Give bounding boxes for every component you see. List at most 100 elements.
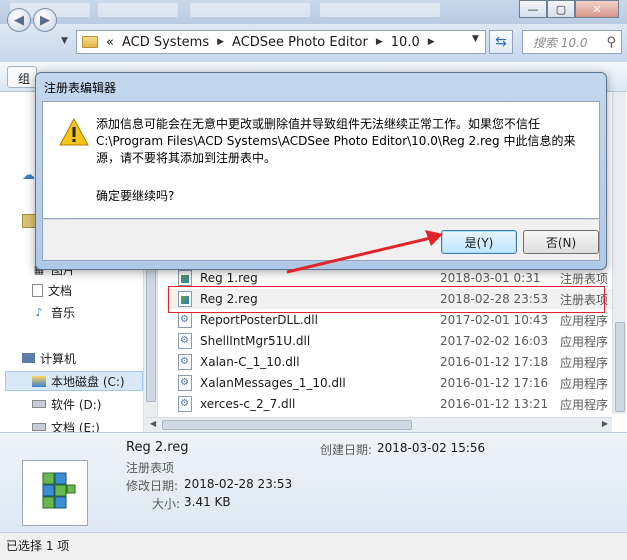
no-button[interactable]: 否(N) (523, 230, 599, 254)
nav-label: 本地磁盘 (C:) (51, 374, 125, 389)
folder-icon (82, 36, 98, 48)
detail-modified-label: 修改日期: (126, 479, 179, 493)
libraries-icon[interactable] (22, 214, 36, 228)
file-date: 2017-02-01 10:43 (440, 313, 549, 327)
file-date: 2016-01-12 17:18 (440, 355, 549, 369)
dialog-title: 注册表编辑器 (44, 81, 117, 95)
registry-file-icon (178, 270, 192, 286)
blurred-tab (190, 3, 310, 17)
close-icon[interactable]: ✕ (575, 0, 619, 18)
address-bar[interactable]: « ACD Systems ▶ ACDSee Photo Editor ▶ 10… (76, 30, 486, 54)
dialog-confirm-question: 确定要继续吗? (96, 189, 175, 203)
file-row[interactable]: XalanMessages_1_10.dll 2016-01-12 17:16 … (166, 373, 614, 393)
file-type: 注册表项 (560, 271, 609, 286)
window-title-bar: — ▢ ✕ (0, 0, 627, 24)
drive-icon (32, 375, 46, 387)
recent-pages-icon[interactable]: ▼ (61, 36, 68, 46)
file-list-horizontal-scrollbar[interactable]: ◀ ▶ (146, 417, 612, 432)
nav-label: 软件 (D:) (51, 397, 102, 412)
file-name: ShellIntMgr51U.dll (200, 334, 311, 348)
scrollbar-thumb[interactable] (162, 420, 412, 430)
chevron-right-icon[interactable]: ▶ (428, 37, 435, 47)
search-input[interactable]: 搜索 10.0 ⚲ (522, 30, 622, 54)
file-type: 应用程序 (560, 313, 609, 328)
warning-icon (59, 118, 89, 146)
file-date: 2018-03-01 0:31 (440, 271, 541, 285)
status-bar: 已选择 1 项 (0, 532, 627, 560)
file-type: 应用程序 (560, 376, 609, 391)
dll-file-icon (178, 354, 192, 370)
detail-filetype: 注册表项 (126, 461, 175, 475)
details-pane (0, 432, 627, 532)
document-icon (32, 283, 43, 297)
file-date: 2017-02-02 16:03 (440, 334, 549, 348)
music-icon: ♪ (35, 305, 43, 319)
drive-icon (32, 423, 46, 431)
status-text: 已选择 1 项 (6, 539, 70, 553)
blurred-tab (98, 3, 178, 17)
registry-file-icon (22, 460, 88, 526)
search-icon[interactable]: ⚲ (606, 35, 616, 50)
file-type: 应用程序 (560, 334, 609, 349)
nav-item-software-drive[interactable]: 软件 (D:) (32, 394, 101, 414)
scroll-right-icon[interactable]: ▶ (602, 419, 608, 428)
chevron-right-icon[interactable]: ▶ (376, 37, 383, 47)
file-list-vertical-scrollbar[interactable] (612, 92, 626, 414)
address-dropdown-icon[interactable]: ▼ (472, 34, 479, 44)
breadcrumb-prefix[interactable]: « (106, 35, 114, 50)
file-type: 应用程序 (560, 397, 609, 412)
file-type: 应用程序 (560, 355, 609, 370)
cloud-icon[interactable]: ☁ (22, 168, 36, 183)
file-row[interactable]: Xalan-C_1_10.dll 2016-01-12 17:18 应用程序 (166, 352, 614, 372)
refresh-icon[interactable]: ⇆ (489, 30, 513, 54)
dialog-body: 添加信息可能会在无意中更改或删除值并导致组件无法继续正常工作。如果您不信任 C:… (42, 101, 600, 219)
scroll-left-icon[interactable]: ◀ (150, 419, 156, 428)
dll-file-icon (178, 333, 192, 349)
chevron-right-icon[interactable]: ▶ (217, 37, 224, 47)
detail-size-label: 大小: (152, 497, 181, 511)
dialog-message: 添加信息可能会在无意中更改或删除值并导致组件无法继续正常工作。如果您不信任 C:… (96, 117, 576, 165)
maximize-icon[interactable]: ▢ (547, 0, 575, 18)
nav-item-music[interactable]: ♪ 音乐 (32, 302, 75, 322)
dll-file-icon (178, 375, 192, 391)
nav-item-documents[interactable]: 文档 (32, 280, 72, 300)
file-date: 2016-01-12 13:21 (440, 397, 549, 411)
file-name: Reg 1.reg (200, 271, 258, 285)
dll-file-icon (178, 396, 192, 412)
registry-cubes-icon (42, 472, 76, 509)
blurred-tab (320, 3, 440, 17)
nav-item-computer[interactable]: 计算机 (22, 348, 76, 368)
breadcrumb-photo-editor[interactable]: ACDSee Photo Editor (232, 35, 368, 50)
detail-created-value: 2018-03-02 15:56 (377, 441, 486, 455)
search-placeholder: 搜索 10.0 (533, 35, 588, 50)
file-name: Xalan-C_1_10.dll (200, 355, 300, 369)
drive-icon (32, 400, 46, 408)
scrollbar-thumb[interactable] (615, 322, 625, 412)
scrollbar-thumb[interactable] (146, 262, 156, 402)
dll-file-icon (178, 312, 192, 328)
breadcrumb-acd-systems[interactable]: ACD Systems (122, 35, 209, 50)
annotation-arrow (286, 230, 443, 274)
file-row[interactable]: ReportPosterDLL.dll 2017-02-01 10:43 应用程… (166, 310, 614, 330)
nav-label: 计算机 (40, 351, 77, 366)
back-icon[interactable]: ◀ (7, 8, 31, 32)
detail-created-label: 创建日期: (320, 443, 373, 457)
file-name: xerces-c_2_7.dll (200, 397, 296, 411)
nav-label: 文档 (48, 283, 73, 298)
breadcrumb-version[interactable]: 10.0 (391, 35, 420, 50)
file-name: XalanMessages_1_10.dll (200, 376, 346, 390)
organize-button[interactable]: 组 (7, 66, 37, 88)
detail-size-value: 3.41 KB (184, 495, 231, 509)
highlight-annotation (168, 286, 605, 313)
detail-filename: Reg 2.reg (126, 440, 189, 455)
window-controls: — ▢ ✕ (519, 0, 619, 18)
file-date: 2016-01-12 17:16 (440, 376, 549, 390)
file-row[interactable]: ShellIntMgr51U.dll 2017-02-02 16:03 应用程序 (166, 331, 614, 351)
minimize-icon[interactable]: — (519, 0, 547, 18)
file-row[interactable]: xerces-c_2_7.dll 2016-01-12 13:21 应用程序 (166, 394, 614, 414)
nav-item-local-disk[interactable]: 本地磁盘 (C:) (5, 371, 143, 391)
detail-modified-value: 2018-02-28 23:53 (184, 477, 293, 491)
forward-icon[interactable]: ▶ (33, 8, 57, 32)
file-name: ReportPosterDLL.dll (200, 313, 318, 327)
computer-icon (22, 353, 35, 363)
